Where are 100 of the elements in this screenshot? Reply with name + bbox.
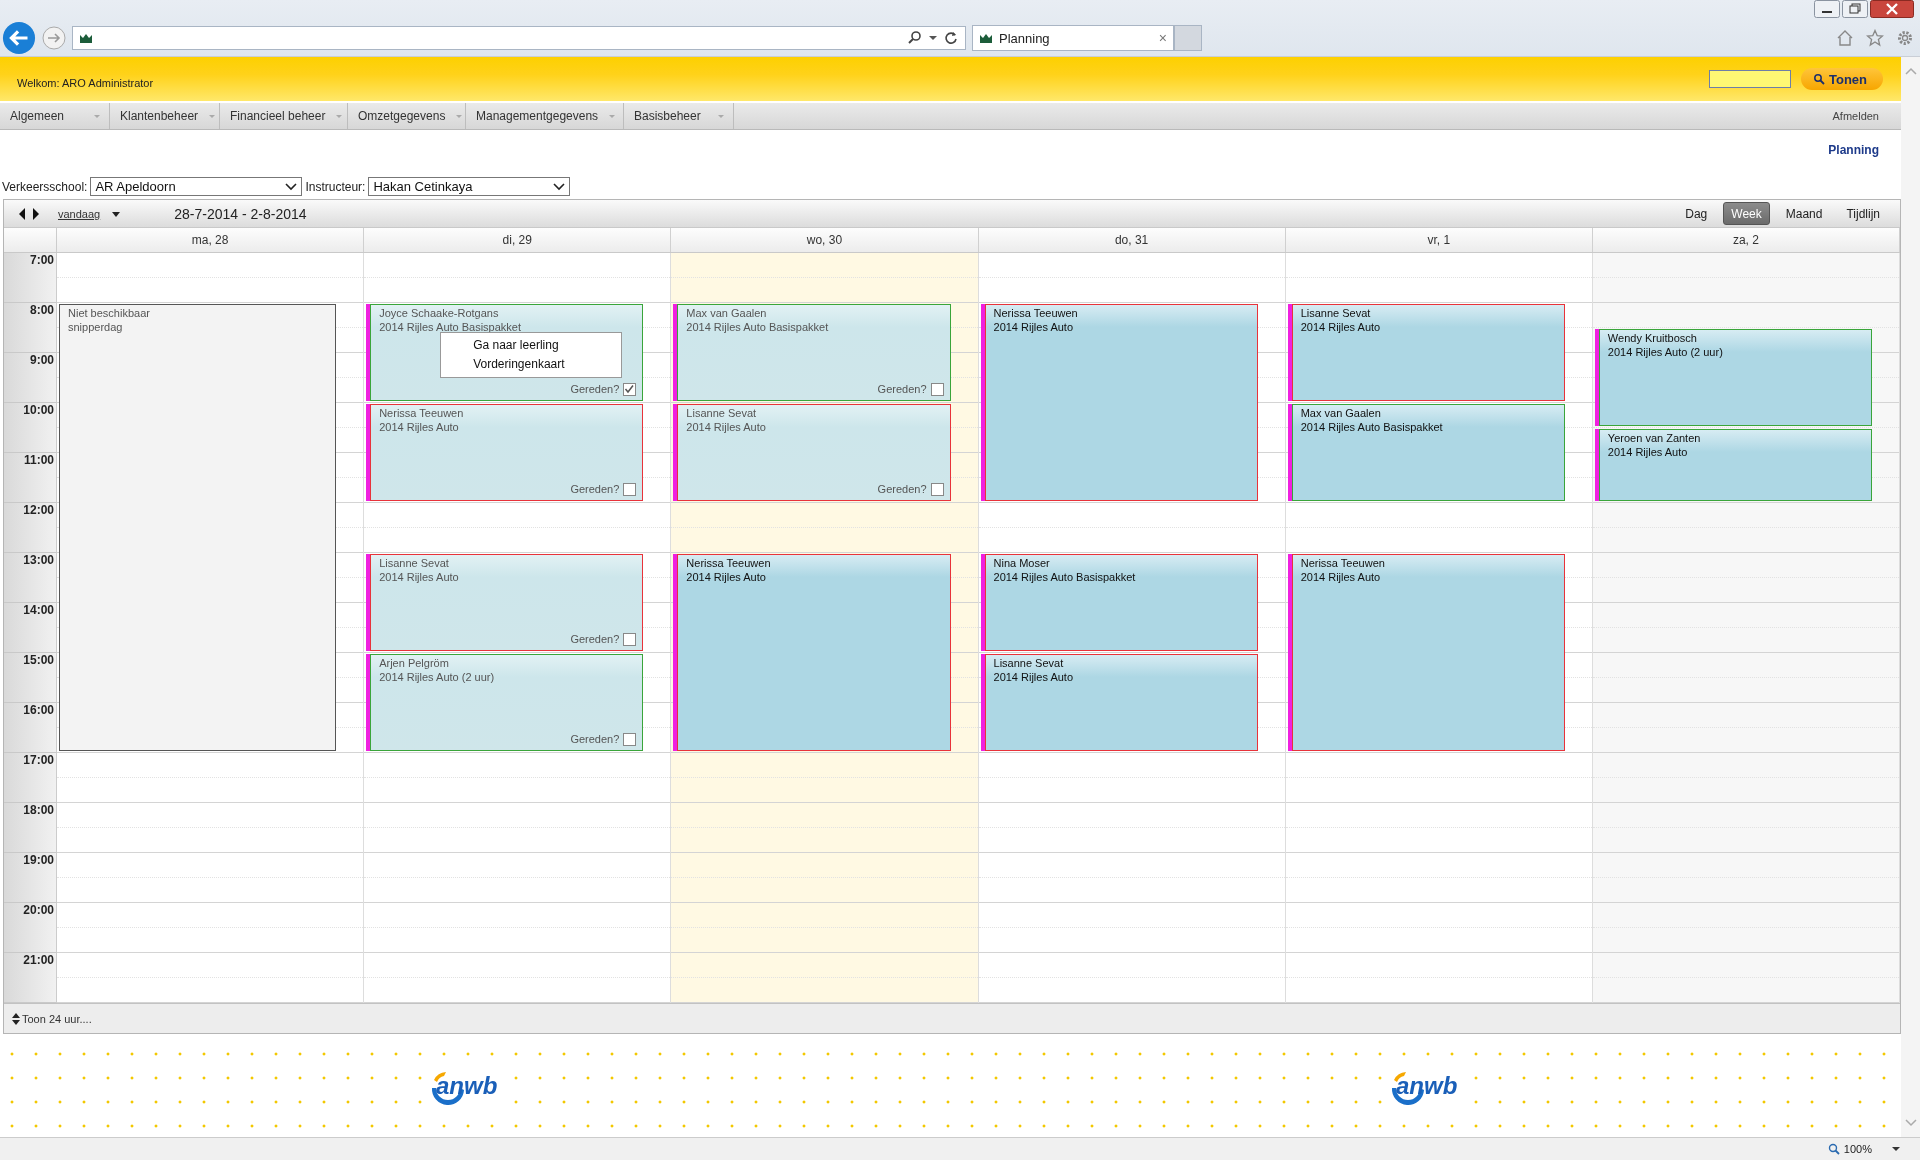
event-subtitle: snipperdag xyxy=(68,320,124,334)
forward-icon[interactable] xyxy=(42,26,66,50)
hour-label: 10:00 xyxy=(23,403,54,417)
browser-tab[interactable]: Planning × xyxy=(972,25,1174,51)
view-tab[interactable]: Dag xyxy=(1677,202,1716,225)
lesson-event[interactable]: Lisanne Sevat 2014 Rijles Auto xyxy=(984,654,1258,751)
menu-item[interactable]: Algemeen xyxy=(0,103,110,129)
caret-icon xyxy=(717,112,725,120)
menu-item[interactable]: Basisbeheer xyxy=(624,103,734,129)
view-tab[interactable]: Maand xyxy=(1777,202,1831,225)
scrollbar[interactable] xyxy=(1901,57,1920,1137)
tab-close[interactable]: × xyxy=(1158,30,1167,46)
lesson-event[interactable]: Lisanne Sevat 2014 Rijles Auto xyxy=(1291,304,1565,401)
caret-icon[interactable] xyxy=(112,209,121,218)
hour-label: 17:00 xyxy=(23,753,54,767)
event-subtitle: 2014 Rijles Auto Basispakket xyxy=(993,570,1137,584)
menu-item[interactable]: Financieel beheer xyxy=(220,103,348,129)
hour-label: 18:00 xyxy=(23,803,54,817)
address-field[interactable] xyxy=(72,26,966,50)
date-range: 28-7-2014 - 2-8-2014 xyxy=(174,205,307,222)
scroll-down-icon[interactable] xyxy=(1904,1119,1917,1127)
event-title: Max van Gaalen xyxy=(1300,406,1382,420)
caret-icon xyxy=(208,112,217,120)
lesson-event[interactable]: Nerissa Teeuwen 2014 Rijles Auto xyxy=(984,304,1258,501)
event-title: Nina Moser xyxy=(993,556,1051,570)
lesson-event[interactable]: Nerissa Teeuwen 2014 Rijles Auto xyxy=(1291,554,1565,751)
caret-icon[interactable] xyxy=(1892,1145,1900,1153)
event-title: Yeroen van Zanten xyxy=(1607,431,1702,445)
driven-checkbox[interactable] xyxy=(930,382,944,396)
star-icon[interactable] xyxy=(1866,29,1884,47)
day-header: di, 29 xyxy=(364,228,672,252)
close-icon[interactable] xyxy=(1870,0,1914,18)
dropdown[interactable]: AR Apeldoorn xyxy=(90,177,303,196)
event-subtitle: 2014 Rijles Auto xyxy=(1607,445,1689,459)
dropdown[interactable]: Hakan Cetinkaya xyxy=(368,177,571,196)
menu-item[interactable]: Managementgegevens xyxy=(466,103,624,129)
lesson-event[interactable]: Max van Gaalen 2014 Rijles Auto Basispakket xyxy=(1291,404,1565,501)
driven-label: Gereden? xyxy=(877,482,927,496)
event-subtitle: 2014 Rijles Auto xyxy=(686,570,767,584)
minimize-icon[interactable] xyxy=(1814,0,1840,18)
driven-label: Gereden? xyxy=(570,732,620,746)
caret-icon xyxy=(93,112,101,120)
caret-icon[interactable] xyxy=(929,34,937,42)
next-icon[interactable] xyxy=(32,207,40,220)
event-title: Nerissa Teeuwen xyxy=(686,556,772,570)
hour-label: 9:00 xyxy=(29,353,54,367)
restore-icon[interactable] xyxy=(1842,0,1868,18)
day-header: za, 2 xyxy=(1592,228,1901,252)
view-tab[interactable]: Tijdlijn xyxy=(1838,202,1888,225)
context-menu-item[interactable]: Vorderingenkaart xyxy=(441,355,622,374)
driven-checkbox[interactable] xyxy=(623,732,637,746)
caret-icon xyxy=(335,112,344,120)
event-subtitle: 2014 Rijles Auto (2 uur) xyxy=(379,670,496,684)
search-icon[interactable] xyxy=(907,30,923,46)
settings-icon[interactable] xyxy=(1896,29,1914,47)
tab-title: Planning xyxy=(999,30,1051,46)
zoom-icon[interactable] xyxy=(1827,1143,1840,1155)
menu-item[interactable]: Omzetgegevens xyxy=(348,103,466,129)
hour-label: 16:00 xyxy=(23,703,54,717)
today-link[interactable]: vandaag xyxy=(58,207,101,220)
event-subtitle: 2014 Rijles Auto xyxy=(993,320,1074,334)
view-tab[interactable]: Week xyxy=(1723,202,1770,225)
event-subtitle: 2014 Rijles Auto xyxy=(686,420,767,434)
event-subtitle: 2014 Rijles Auto xyxy=(379,420,460,434)
lesson-event[interactable]: Yeroen van Zanten 2014 Rijles Auto xyxy=(1598,429,1873,501)
event-subtitle: 2014 Rijles Auto xyxy=(1300,320,1382,334)
previous-icon[interactable] xyxy=(18,207,26,220)
context-menu-item[interactable]: Ga naar leerling xyxy=(441,336,622,355)
hour-label: 15:00 xyxy=(23,653,54,667)
driven-checkbox[interactable] xyxy=(623,632,637,646)
hour-label: 7:00 xyxy=(29,253,54,267)
refresh-icon[interactable] xyxy=(943,30,959,46)
welcome-text: Welkom: ARO Administrator xyxy=(17,76,155,89)
home-icon[interactable] xyxy=(1836,29,1854,47)
expand-icon[interactable] xyxy=(12,1012,20,1025)
driven-checkbox[interactable] xyxy=(930,482,944,496)
unavailable-block[interactable]: Niet beschikbaar snipperdag xyxy=(59,304,337,751)
zoom-level[interactable]: 100% xyxy=(1843,1143,1872,1155)
event-subtitle: 2014 Rijles Auto xyxy=(1300,570,1382,584)
event-title: Joyce Schaake-Rotgans xyxy=(379,306,500,320)
driven-checkbox[interactable] xyxy=(623,482,637,496)
search-button[interactable]: Tonen xyxy=(1800,68,1883,90)
event-title: Nerissa Teeuwen xyxy=(993,306,1079,320)
crown-icon xyxy=(79,32,93,44)
hour-label: 13:00 xyxy=(23,553,54,567)
logout-link[interactable]: Afmelden xyxy=(1832,110,1879,122)
back-icon[interactable] xyxy=(2,21,36,55)
show-24h-link[interactable]: Toon 24 uur.... xyxy=(22,1012,92,1025)
search-field[interactable] xyxy=(1708,70,1791,88)
driven-checkbox[interactable] xyxy=(623,382,637,396)
event-title: Lisanne Sevat xyxy=(379,556,450,570)
scroll-up-icon[interactable] xyxy=(1904,67,1917,75)
event-subtitle: 2014 Rijles Auto Basispakket xyxy=(379,320,523,334)
menu-item[interactable]: Klantenbeheer xyxy=(110,103,220,129)
hour-label: 11:00 xyxy=(23,453,54,467)
event-title: Max van Gaalen xyxy=(686,306,768,320)
event-title: Wendy Kruitbosch xyxy=(1607,331,1698,345)
lesson-event[interactable]: Wendy Kruitbosch 2014 Rijles Auto (2 uur) xyxy=(1598,329,1873,426)
lesson-event[interactable]: Nina Moser 2014 Rijles Auto Basispakket xyxy=(984,554,1258,651)
driven-label: Gereden? xyxy=(570,632,620,646)
